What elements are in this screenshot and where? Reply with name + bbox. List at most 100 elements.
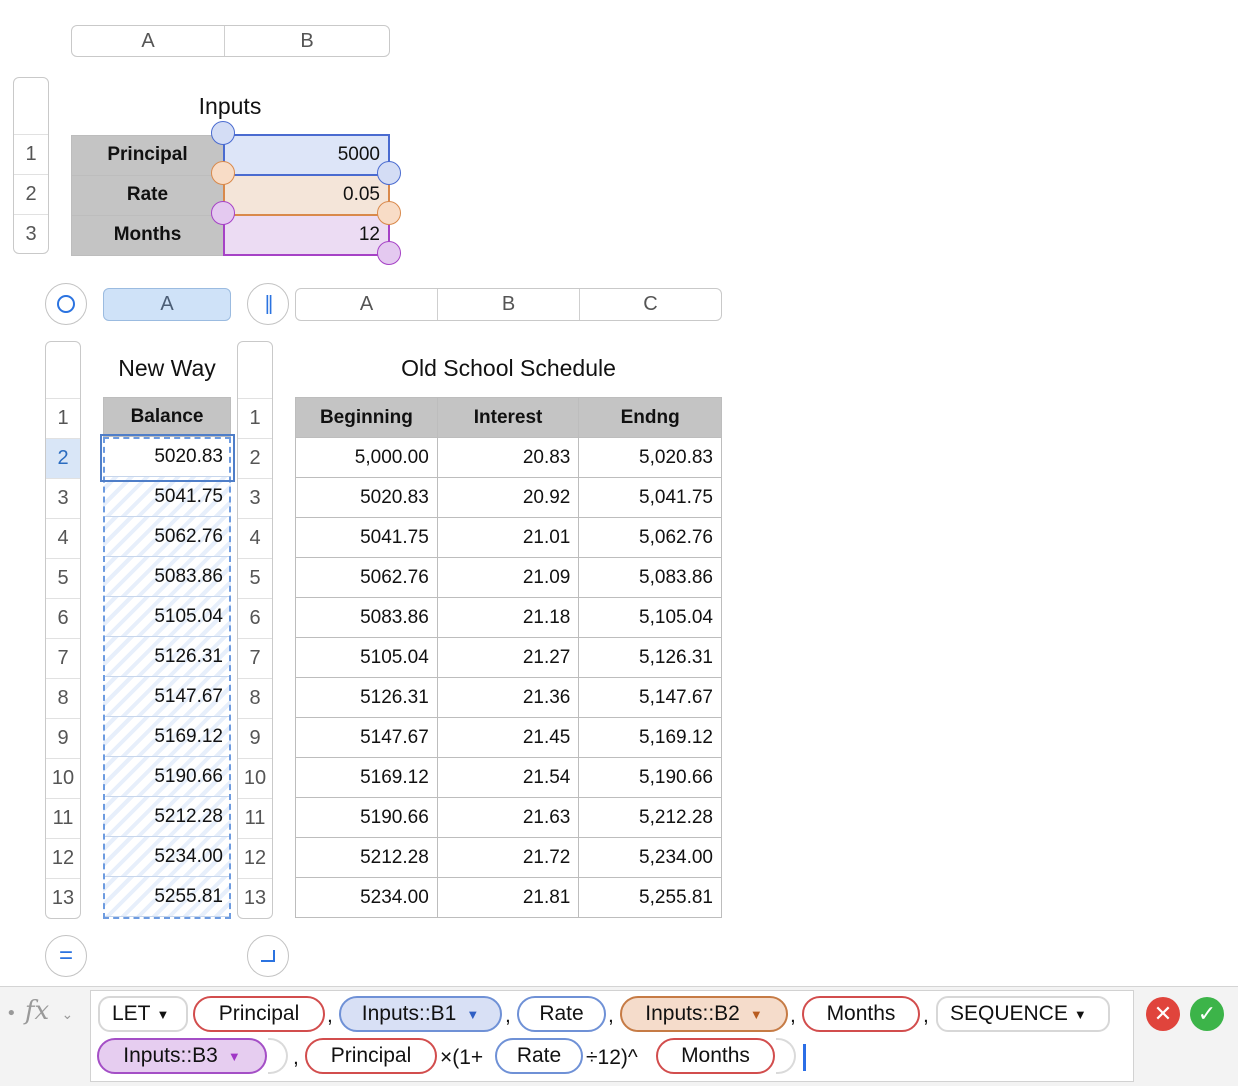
oldschool-row-5[interactable]: 5 <box>238 558 272 598</box>
ref-handle-b3-top[interactable] <box>211 201 235 225</box>
table-cell[interactable]: 5062.76 <box>295 557 438 598</box>
table-cell[interactable]: 5,041.75 <box>578 477 722 518</box>
table-divider-handle[interactable]: || <box>247 283 289 325</box>
newway-column-header[interactable]: A <box>103 288 231 321</box>
inputs-value-rate[interactable]: 0.05 <box>222 174 391 216</box>
inputs-value-months[interactable]: 12 <box>222 214 391 256</box>
newway-row-6[interactable]: 6 <box>46 598 80 638</box>
table-cell[interactable]: 5,212.28 <box>578 797 722 838</box>
token-let-function[interactable]: LET ▼ <box>98 996 188 1032</box>
token-months[interactable]: Months <box>802 996 920 1032</box>
newway-row-2[interactable]: 2 <box>46 438 80 478</box>
resize-table-handle[interactable] <box>247 935 289 977</box>
table-cell[interactable]: 21.09 <box>436 557 580 598</box>
oldschool-row-1[interactable]: 1 <box>238 398 272 438</box>
token-rate[interactable]: Rate <box>517 996 606 1032</box>
table-cell[interactable]: 21.54 <box>436 757 580 798</box>
oldschool-row-11[interactable]: 11 <box>238 798 272 838</box>
table-cell[interactable]: 21.63 <box>436 797 580 838</box>
oldschool-row-12[interactable]: 12 <box>238 838 272 878</box>
newway-row-12[interactable]: 12 <box>46 838 80 878</box>
token-ref-inputs-b2[interactable]: Inputs::B2 ▼ <box>620 996 788 1032</box>
table-cell[interactable]: 5,062.76 <box>578 517 722 558</box>
inputs-row-2[interactable]: 2 <box>14 174 48 214</box>
table-cell[interactable]: 5,020.83 <box>578 437 722 478</box>
newway-row-9[interactable]: 9 <box>46 718 80 758</box>
inputs-label-rate[interactable]: Rate <box>70 174 225 216</box>
table-cell[interactable]: 5083.86 <box>295 597 438 638</box>
oldschool-row-6[interactable]: 6 <box>238 598 272 638</box>
table-cell[interactable]: 21.72 <box>436 837 580 878</box>
newway-cell-a12[interactable]: 5234.00 <box>103 837 231 877</box>
newway-cell-a4[interactable]: 5062.76 <box>103 517 231 557</box>
token-ref-inputs-b1[interactable]: Inputs::B1 ▼ <box>339 996 502 1032</box>
table-cell[interactable]: 5105.04 <box>295 637 438 678</box>
inputs-row-3[interactable]: 3 <box>14 214 48 253</box>
table-cell[interactable]: 21.45 <box>436 717 580 758</box>
table-cell[interactable]: 5,105.04 <box>578 597 722 638</box>
function-menu-button[interactable]: • fx ⌄ <box>6 996 73 1026</box>
oldschool-column-header[interactable]: A B C <box>295 288 722 321</box>
accept-formula-button[interactable]: ✓ <box>1190 997 1224 1031</box>
newway-cell-a6[interactable]: 5105.04 <box>103 597 231 637</box>
oldschool-col-c[interactable]: C <box>580 289 721 320</box>
newway-row-3[interactable]: 3 <box>46 478 80 518</box>
token-sequence-function[interactable]: SEQUENCE ▼ <box>936 996 1110 1032</box>
table-cell[interactable]: 5041.75 <box>295 517 438 558</box>
token-principal-2[interactable]: Principal <box>305 1038 437 1074</box>
inputs-col-b[interactable]: B <box>225 26 389 56</box>
table-cell[interactable]: 5234.00 <box>295 877 438 918</box>
table-cell[interactable]: 5,169.12 <box>578 717 722 758</box>
oldschool-header-ending[interactable]: Endng <box>578 397 722 438</box>
newway-row-5[interactable]: 5 <box>46 558 80 598</box>
table-cell[interactable]: 21.36 <box>436 677 580 718</box>
ref-handle-b2-top[interactable] <box>211 161 235 185</box>
table-cell[interactable]: 20.92 <box>436 477 580 518</box>
oldschool-row-header[interactable]: 1 2 3 4 5 6 7 8 9 10 11 12 13 <box>237 341 273 919</box>
inputs-label-principal[interactable]: Principal <box>70 134 225 176</box>
newway-header-cell[interactable]: Balance <box>103 397 231 437</box>
ref-handle-b1-bottom[interactable] <box>377 161 401 185</box>
ref-handle-b1-top[interactable] <box>211 121 235 145</box>
newway-cell-a13[interactable]: 5255.81 <box>103 877 231 917</box>
oldschool-row-7[interactable]: 7 <box>238 638 272 678</box>
newway-row-10[interactable]: 10 <box>46 758 80 798</box>
newway-row-11[interactable]: 11 <box>46 798 80 838</box>
inputs-col-a[interactable]: A <box>72 26 225 56</box>
token-rate-2[interactable]: Rate <box>495 1038 583 1074</box>
newway-cell-a8[interactable]: 5147.67 <box>103 677 231 717</box>
table-cell[interactable]: 21.18 <box>436 597 580 638</box>
newway-row-1[interactable]: 1 <box>46 398 80 438</box>
table-cell[interactable]: 5,234.00 <box>578 837 722 878</box>
table-cell[interactable]: 5,190.66 <box>578 757 722 798</box>
newway-row-header[interactable]: 1 2 3 4 5 6 7 8 9 10 11 12 13 <box>45 341 81 919</box>
table-cell[interactable]: 21.27 <box>436 637 580 678</box>
inputs-label-months[interactable]: Months <box>70 214 225 256</box>
table-cell[interactable]: 21.01 <box>436 517 580 558</box>
table-cell[interactable]: 5,126.31 <box>578 637 722 678</box>
oldschool-row-10[interactable]: 10 <box>238 758 272 798</box>
token-months-2[interactable]: Months <box>656 1038 775 1074</box>
add-row-handle[interactable]: = <box>45 935 87 977</box>
oldschool-header-beginning[interactable]: Beginning <box>295 397 438 438</box>
newway-cell-a11[interactable]: 5212.28 <box>103 797 231 837</box>
inputs-row-header[interactable]: 1 2 3 <box>13 77 49 254</box>
token-principal[interactable]: Principal <box>193 996 325 1032</box>
token-ref-inputs-b3[interactable]: Inputs::B3 ▼ <box>97 1038 267 1074</box>
table-cell[interactable]: 5212.28 <box>295 837 438 878</box>
newway-row-13[interactable]: 13 <box>46 878 80 918</box>
table-cell[interactable]: 5147.67 <box>295 717 438 758</box>
oldschool-row-2[interactable]: 2 <box>238 438 272 478</box>
newway-cell-a10[interactable]: 5190.66 <box>103 757 231 797</box>
table-cell[interactable]: 5,083.86 <box>578 557 722 598</box>
cancel-formula-button[interactable]: ✕ <box>1146 997 1180 1031</box>
oldschool-header-interest[interactable]: Interest <box>436 397 580 438</box>
table-cell[interactable]: 20.83 <box>436 437 580 478</box>
inputs-row-1[interactable]: 1 <box>14 134 48 174</box>
oldschool-row-4[interactable]: 4 <box>238 518 272 558</box>
newway-row-8[interactable]: 8 <box>46 678 80 718</box>
table-cell[interactable]: 5,000.00 <box>295 437 438 478</box>
oldschool-row-8[interactable]: 8 <box>238 678 272 718</box>
table-cell[interactable]: 5126.31 <box>295 677 438 718</box>
select-table-button[interactable] <box>45 283 87 325</box>
